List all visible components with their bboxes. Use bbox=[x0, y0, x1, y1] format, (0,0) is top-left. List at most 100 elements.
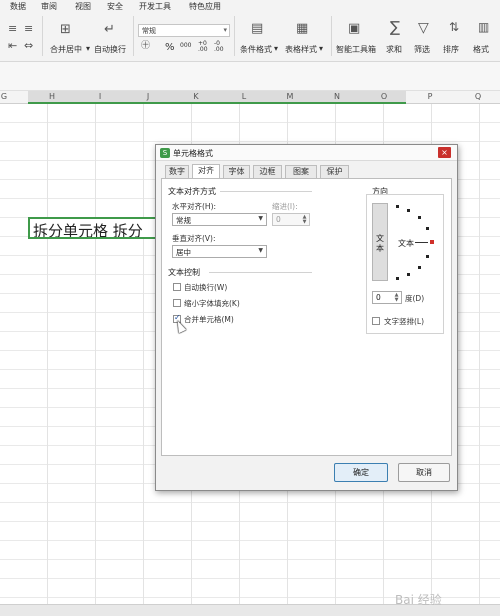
cancel-button[interactable]: 取消 bbox=[398, 463, 450, 482]
align-justify-icon[interactable]: ≡ bbox=[24, 23, 33, 34]
dial-handle[interactable] bbox=[430, 240, 434, 244]
degrees-spinner[interactable]: 0 ▲ ▼ bbox=[372, 291, 402, 304]
vertical-align-select[interactable]: 居中 ▼ bbox=[172, 245, 267, 258]
tab-number[interactable]: 数字 bbox=[165, 165, 189, 178]
sum-icon[interactable]: ∑ bbox=[390, 20, 400, 35]
conditional-format-icon[interactable]: ▤ bbox=[251, 22, 263, 35]
dial-tick bbox=[407, 273, 410, 276]
number-format-select[interactable]: 常规 ▾ bbox=[138, 24, 230, 37]
chevron-down-icon: ▼ bbox=[258, 247, 263, 254]
shrink-to-fit-checkbox[interactable] bbox=[173, 299, 181, 307]
ribbon-separator bbox=[331, 16, 332, 56]
smart-toolbox-icon[interactable]: ▣ bbox=[348, 22, 360, 35]
table-style-icon[interactable]: ▦ bbox=[296, 22, 308, 35]
merge-cells-label: 合并单元格(M) bbox=[184, 315, 234, 324]
shrink-to-fit-label: 缩小字体填充(K) bbox=[184, 299, 240, 308]
currency-icon[interactable]: ㊉ bbox=[141, 42, 150, 51]
sort-icon[interactable]: ⇅ bbox=[449, 21, 459, 33]
merge-center-button[interactable]: 合并居中 bbox=[50, 44, 82, 55]
column-header-j[interactable]: J bbox=[124, 92, 172, 101]
merged-cell[interactable]: 拆分单元格 拆分 bbox=[28, 217, 162, 239]
sum-button[interactable]: 求和 bbox=[386, 44, 402, 55]
vertical-align-label: 垂直对齐(V): bbox=[172, 234, 216, 243]
dialog-title-bar[interactable]: S 单元格格式 × bbox=[156, 145, 457, 161]
column-header-h[interactable]: H bbox=[28, 92, 76, 101]
auto-wrap-button[interactable]: 自动换行 bbox=[94, 44, 126, 55]
format-button[interactable]: 格式 bbox=[473, 44, 489, 55]
column-header-i[interactable]: I bbox=[76, 92, 124, 101]
column-header-l[interactable]: L bbox=[220, 92, 268, 101]
app-logo-icon: S bbox=[160, 148, 170, 158]
tab-protection[interactable]: 保护 bbox=[320, 165, 349, 178]
column-header-q[interactable]: Q bbox=[454, 92, 500, 101]
column-header-p[interactable]: P bbox=[406, 92, 454, 101]
table-style-button[interactable]: 表格样式 bbox=[285, 44, 317, 55]
filter-icon[interactable]: ▽ bbox=[418, 21, 429, 35]
degrees-value: 0 bbox=[376, 293, 381, 302]
dialog-title: 单元格格式 bbox=[173, 149, 213, 158]
dial-tick bbox=[396, 205, 399, 208]
merge-center-dropdown-icon[interactable]: ▾ bbox=[86, 44, 90, 53]
close-button[interactable]: × bbox=[438, 147, 451, 158]
ribbon-separator bbox=[42, 16, 43, 56]
sort-button[interactable]: 排序 bbox=[443, 44, 459, 55]
table-style-dropdown-icon[interactable]: ▾ bbox=[319, 44, 323, 53]
conditional-format-button[interactable]: 条件格式 bbox=[240, 44, 272, 55]
chevron-down-icon: ▾ bbox=[223, 26, 227, 34]
menu-data[interactable]: 数据 bbox=[10, 1, 26, 12]
text-alignment-title: 文本对齐方式 bbox=[168, 187, 216, 196]
vertical-text-label: 文本 bbox=[376, 234, 384, 253]
increase-decimal-icon[interactable]: +0.00 bbox=[198, 41, 208, 53]
merge-center-icon[interactable]: ⊞ bbox=[60, 23, 71, 36]
indent-value: 0 bbox=[276, 215, 281, 224]
percent-button[interactable]: % bbox=[165, 42, 175, 53]
wrap-text-checkbox[interactable] bbox=[173, 283, 181, 291]
column-header-n[interactable]: N bbox=[313, 92, 361, 101]
formula-bar[interactable] bbox=[0, 62, 500, 91]
smart-toolbox-button[interactable]: 智能工具箱 bbox=[336, 44, 376, 55]
wrap-text-icon[interactable]: ↵ bbox=[104, 23, 115, 36]
column-header-o[interactable]: O bbox=[360, 92, 408, 101]
dial-tick bbox=[418, 266, 421, 269]
align-left-icon[interactable]: ≡ bbox=[8, 23, 17, 34]
column-header-k[interactable]: K bbox=[172, 92, 220, 101]
tab-alignment[interactable]: 对齐 bbox=[192, 164, 220, 179]
dial-tick bbox=[396, 277, 399, 280]
dial-tick bbox=[418, 216, 421, 219]
section-divider bbox=[209, 272, 312, 273]
indent-label: 缩进(I): bbox=[272, 202, 298, 211]
decrease-decimal-icon[interactable]: -0.00 bbox=[214, 41, 224, 53]
menu-security[interactable]: 安全 bbox=[107, 1, 123, 12]
menu-view[interactable]: 视图 bbox=[75, 1, 91, 12]
ok-button[interactable]: 确定 bbox=[334, 463, 388, 482]
column-header-m[interactable]: M bbox=[266, 92, 314, 101]
vertical-text-button[interactable]: 文本 bbox=[372, 203, 388, 281]
thousands-button[interactable]: 000 bbox=[180, 42, 191, 49]
dial-tick bbox=[426, 255, 429, 258]
watermark: Bai 经验 bbox=[395, 593, 442, 607]
horizontal-align-select[interactable]: 常规 ▼ bbox=[172, 213, 267, 226]
menu-special-apps[interactable]: 特色应用 bbox=[189, 1, 221, 12]
indent-spinner: 0 ▲ ▼ bbox=[272, 213, 310, 226]
dial-tick bbox=[407, 209, 410, 212]
filter-button[interactable]: 筛选 bbox=[414, 44, 430, 55]
distribute-icon[interactable]: ⇔ bbox=[24, 40, 33, 51]
vertical-layout-checkbox[interactable] bbox=[372, 317, 380, 325]
tab-font[interactable]: 字体 bbox=[223, 165, 250, 178]
column-header-bar: G H I J K L M N O P Q bbox=[0, 91, 500, 104]
tab-border[interactable]: 边框 bbox=[253, 165, 282, 178]
vertical-layout-label: 文字竖排(L) bbox=[384, 317, 425, 326]
ribbon-toolbar: ≡ ≡ ⇤ ⇔ ⊞ 合并居中 ▾ ↵ 自动换行 常规 ▾ ㊉ % 000 +0.… bbox=[0, 12, 500, 62]
indent-decrease-icon[interactable]: ⇤ bbox=[8, 40, 17, 51]
column-header-g[interactable]: G bbox=[0, 92, 28, 101]
menu-developer-tools[interactable]: 开发工具 bbox=[139, 1, 171, 12]
text-control-title: 文本控制 bbox=[168, 268, 200, 277]
wrap-text-label: 自动换行(W) bbox=[184, 283, 228, 292]
tab-pattern[interactable]: 图案 bbox=[285, 165, 317, 178]
menu-bar: 数据 审阅 视图 安全 开发工具 特色应用 bbox=[0, 0, 500, 12]
conditional-format-dropdown-icon[interactable]: ▾ bbox=[274, 44, 278, 53]
degrees-label: 度(D) bbox=[405, 294, 425, 303]
format-icon[interactable]: ▥ bbox=[478, 21, 489, 33]
ribbon-separator bbox=[133, 16, 134, 56]
menu-review[interactable]: 审阅 bbox=[41, 1, 57, 12]
